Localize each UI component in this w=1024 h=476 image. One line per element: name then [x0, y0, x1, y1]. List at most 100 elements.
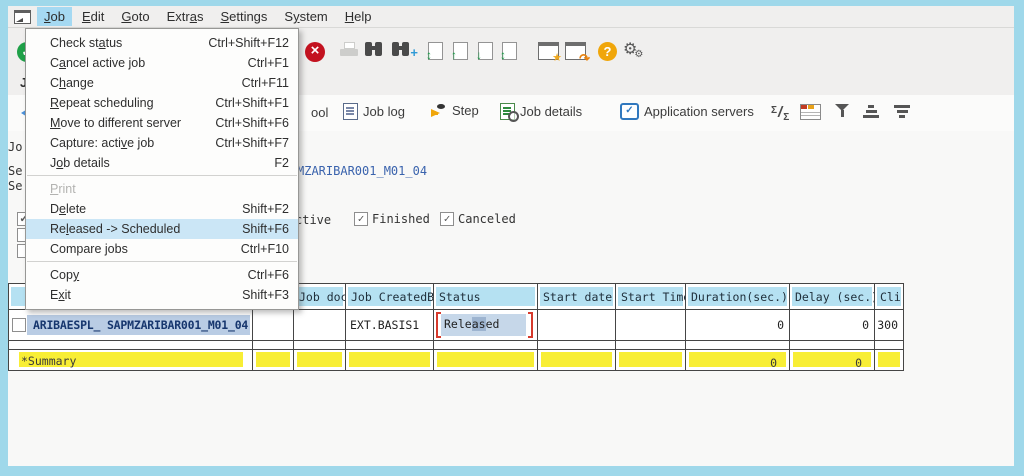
menu-item-shortcut: Ctrl+Shift+F12 [208, 36, 289, 50]
canceled-filter[interactable]: ✓ Canceled [440, 212, 516, 226]
spacer-cell [790, 341, 875, 349]
spacer-cell [875, 341, 903, 349]
menubar-item-help[interactable]: Help [338, 7, 379, 26]
menu-item-shortcut: Shift+F3 [242, 288, 289, 302]
window-menu-icon[interactable] [14, 9, 31, 24]
last-page-icon[interactable]: ↕ [500, 42, 517, 61]
summary-highlight [619, 352, 682, 367]
status-cell[interactable]: Released [434, 310, 538, 340]
menu-item-label: Change [50, 76, 94, 90]
menu-item-job-details[interactable]: Job details F2 [26, 153, 298, 173]
job-name-cell[interactable]: ARIBAESPL_ SAPMZARIBAR001_M01_04 [9, 310, 253, 340]
delay-cell[interactable]: 0 [790, 310, 875, 340]
menu-item-shortcut: Ctrl+F1 [247, 56, 289, 70]
menubar-item-extras[interactable]: Extras [160, 7, 211, 26]
menu-item-print[interactable]: Print [26, 179, 298, 199]
job-details-button[interactable]: Job details [500, 103, 582, 122]
row-select-checkbox[interactable] [12, 318, 26, 332]
find-icon[interactable] [365, 42, 383, 57]
application-servers-label: Application servers [644, 104, 754, 119]
menu-item-repeat-scheduling[interactable]: Repeat scheduling Ctrl+Shift+F1 [26, 93, 298, 113]
job-created-by-text: EXT.BASIS1 [350, 318, 420, 332]
column-header-duration-sec[interactable]: Duration(sec.) [686, 284, 790, 309]
previous-page-icon[interactable]: ↑ [451, 42, 468, 61]
job-doc-cell[interactable] [294, 310, 346, 340]
finished-checkbox[interactable]: ✓ [354, 212, 368, 226]
menu-item-cancel-active-job[interactable]: Cancel active job Ctrl+F1 [26, 53, 298, 73]
spool-button-label[interactable]: ool [311, 105, 328, 120]
summary-duration-value: 0 [770, 356, 777, 370]
job-log-icon [343, 103, 358, 120]
menu-item-copy[interactable]: Copy Ctrl+F6 [26, 265, 298, 285]
summary-cell-7: 0 [686, 350, 790, 370]
create-shortcut-icon[interactable]: ★ [538, 42, 562, 64]
menu-item-capture-active-job[interactable]: Capture: active job Ctrl+Shift+F7 [26, 133, 298, 153]
menu-item-shortcut: Ctrl+Shift+F6 [215, 116, 289, 130]
column-header-delay-sec[interactable]: Delay (sec.) [790, 284, 875, 309]
job-row: ARIBAESPL_ SAPMZARIBAR001_M01_04 EXT.BASI… [9, 310, 903, 341]
print-icon[interactable] [340, 42, 358, 56]
customize-icon[interactable]: ⚙⚙ [623, 42, 646, 60]
summary-cell-4 [434, 350, 538, 370]
column-header-start-date[interactable]: Start date [538, 284, 616, 309]
menu-item-label: Check status [50, 36, 123, 50]
menu-item-delete[interactable]: Delete Shift+F2 [26, 199, 298, 219]
spacer-row [9, 341, 903, 350]
menu-item-change[interactable]: Change Ctrl+F11 [26, 73, 298, 93]
summary-highlight [349, 352, 430, 367]
menu-item-label: Exit [50, 288, 71, 302]
column-header-status[interactable]: Status [434, 284, 538, 309]
sort-ascending-icon[interactable] [863, 105, 879, 120]
menu-item-released-scheduled[interactable]: Released -> Scheduled Shift+F6 [26, 219, 298, 239]
sort-descending-icon[interactable] [894, 105, 910, 120]
menu-separator [27, 261, 297, 262]
menu-item-shortcut: Ctrl+Shift+F7 [215, 136, 289, 150]
spacer-cell [434, 341, 538, 349]
first-page-icon[interactable]: ↕ [426, 42, 443, 61]
cancel-icon[interactable]: × [305, 42, 325, 62]
column-header-cli[interactable]: Cli [875, 284, 903, 309]
column-header-job-createdb[interactable]: Job CreatedB [346, 284, 434, 309]
selected-job-names-label: Se [8, 164, 23, 178]
job-log-button[interactable]: Job log [343, 103, 405, 120]
menubar-item-settings[interactable]: Settings [213, 7, 274, 26]
job-details-icon [500, 103, 519, 122]
menu-separator [27, 175, 297, 176]
menubar-item-goto[interactable]: Goto [114, 7, 156, 26]
application-servers-button[interactable]: ✓ Application servers [620, 103, 754, 120]
menu-item-shortcut: Ctrl+Shift+F1 [215, 96, 289, 110]
status-text: Released [441, 314, 526, 336]
summary-cell-5 [538, 350, 616, 370]
layout-grid-icon[interactable] [800, 104, 821, 120]
menu-item-move-to-different-server[interactable]: Move to different server Ctrl+Shift+F6 [26, 113, 298, 133]
canceled-label: Canceled [458, 212, 516, 226]
find-next-icon[interactable]: + [392, 42, 418, 60]
finished-filter[interactable]: ✓ Finished [354, 212, 430, 226]
menubar-item-system[interactable]: System [277, 7, 334, 26]
duration-cell[interactable]: 0 [686, 310, 790, 340]
menu-item-check-status[interactable]: Check status Ctrl+Shift+F12 [26, 33, 298, 53]
help-icon[interactable]: ? [598, 42, 617, 61]
menubar-item-job[interactable]: Job [37, 7, 72, 26]
start-date-cell[interactable] [538, 310, 616, 340]
summary-cell-3 [346, 350, 434, 370]
start-time-cell[interactable] [616, 310, 686, 340]
gui-actions-icon[interactable]: ↷ [565, 42, 590, 66]
menu-bar: Job Edit Goto Extras Settings System Help [8, 6, 1014, 28]
client-cell[interactable]: 300 [875, 310, 903, 340]
column-header-job-doc[interactable]: Job doc [294, 284, 346, 309]
summary-row: *Summary 0 0 [9, 350, 903, 370]
step-button[interactable]: Step [431, 103, 479, 118]
summary-highlight [256, 352, 290, 367]
menubar-item-edit[interactable]: Edit [75, 7, 111, 26]
subtotals-icon[interactable]: Σ/Σ [771, 104, 789, 123]
next-page-icon[interactable]: ↓ [476, 42, 493, 61]
filter-icon[interactable] [835, 104, 850, 118]
menu-item-label: Job details [50, 156, 110, 170]
menu-item-exit[interactable]: Exit Shift+F3 [26, 285, 298, 305]
menu-item-compare-jobs[interactable]: Compare jobs Ctrl+F10 [26, 239, 298, 259]
canceled-checkbox[interactable]: ✓ [440, 212, 454, 226]
job-created-by-cell[interactable]: EXT.BASIS1 [346, 310, 434, 340]
job-row-cell-1[interactable] [253, 310, 294, 340]
column-header-start-time[interactable]: Start Time [616, 284, 686, 309]
